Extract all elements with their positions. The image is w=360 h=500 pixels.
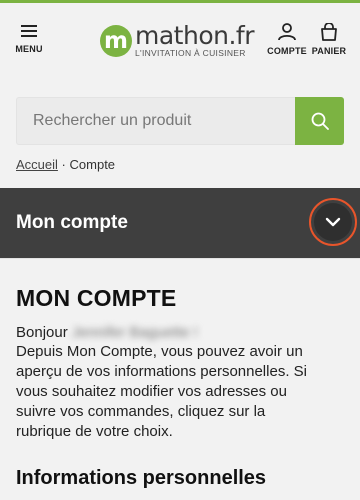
breadcrumb: Accueil · Compte bbox=[16, 157, 115, 172]
logo-tagline: L'INVITATION À CUISINER bbox=[135, 47, 246, 58]
search-input[interactable] bbox=[16, 97, 295, 145]
account-menu-title: Mon compte bbox=[16, 212, 128, 233]
breadcrumb-separator: · bbox=[61, 157, 66, 172]
menu-label: MENU bbox=[15, 44, 43, 54]
account-menu-toggle[interactable] bbox=[309, 198, 357, 246]
page-title: MON COMPTE bbox=[16, 285, 177, 311]
user-name: Jennifer Baguette ! bbox=[71, 324, 198, 341]
cart-label: PANIER bbox=[311, 46, 347, 56]
search-icon bbox=[311, 112, 329, 130]
breadcrumb-home-link[interactable]: Accueil bbox=[16, 157, 58, 172]
greeting-text: Bonjour bbox=[16, 324, 68, 341]
logo-name: mathon.fr bbox=[135, 20, 255, 50]
chevron-down-icon bbox=[325, 217, 341, 227]
user-icon bbox=[278, 23, 296, 41]
logo-mark: m bbox=[100, 25, 132, 57]
account-button[interactable]: COMPTE bbox=[266, 23, 308, 56]
divider bbox=[0, 258, 360, 259]
account-description: Depuis Mon Compte, vous pouvez avoir un … bbox=[16, 343, 307, 440]
shopping-bag-icon bbox=[321, 23, 337, 41]
greeting: Bonjour Jennifer Baguette ! bbox=[16, 324, 198, 341]
site-header: MENU m mathon.fr L'INVITATION À CUISINER… bbox=[0, 3, 360, 75]
account-label: COMPTE bbox=[267, 46, 307, 56]
menu-button[interactable]: MENU bbox=[14, 23, 44, 54]
site-logo[interactable]: m mathon.fr L'INVITATION À CUISINER bbox=[100, 23, 262, 59]
cart-button[interactable]: PANIER bbox=[310, 23, 348, 56]
search-bar bbox=[16, 97, 344, 145]
account-menu-bar[interactable]: Mon compte bbox=[0, 188, 360, 258]
search-button[interactable] bbox=[295, 97, 344, 145]
hamburger-icon bbox=[21, 25, 37, 37]
breadcrumb-current: Compte bbox=[69, 157, 116, 172]
personal-info-heading: Informations personnelles bbox=[16, 467, 267, 489]
